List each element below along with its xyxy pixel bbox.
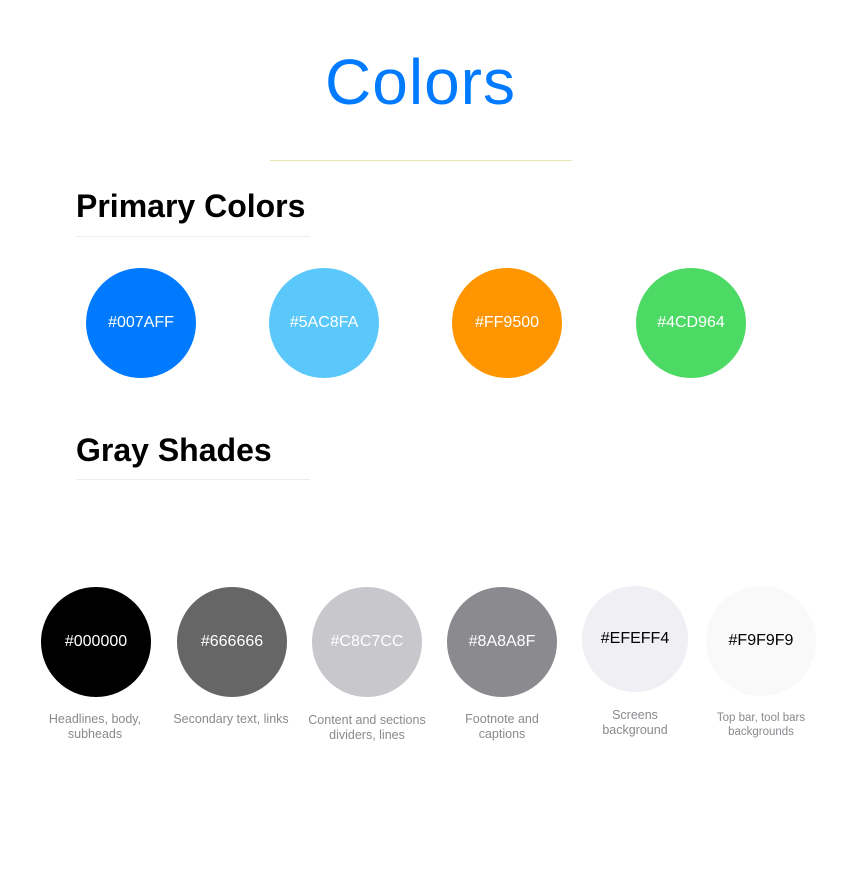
gray-shades-divider: [76, 479, 310, 480]
swatch-label: #C8C7CC: [330, 633, 404, 650]
swatch-label: #F9F9F9: [728, 632, 794, 649]
primary-swatch: #007AFF: [86, 268, 196, 378]
gray-swatch: #8A8A8F: [447, 587, 557, 697]
primary-swatch: #4CD964: [636, 268, 746, 378]
title-divider: [270, 160, 572, 161]
swatch-caption: Secondary text, links: [173, 712, 289, 726]
swatch-label: #FF9500: [474, 314, 540, 331]
swatch-label: #8A8A8F: [468, 633, 536, 650]
gray-swatch: #000000: [41, 587, 151, 697]
swatch-caption: Headlines, body, subheads: [48, 712, 142, 741]
swatch-caption: Screens background: [602, 708, 668, 737]
swatch-caption: Footnote and captions: [465, 712, 539, 741]
primary-colors-heading: Primary Colors: [76, 188, 306, 224]
swatch-label: #5AC8FA: [289, 314, 359, 331]
gray-swatch: #C8C7CC: [312, 587, 422, 697]
primary-swatch: #5AC8FA: [269, 268, 379, 378]
gray-shades-heading: Gray Shades: [76, 432, 272, 468]
swatch-label: #EFEFF4: [600, 630, 670, 647]
gray-swatch: #EFEFF4: [582, 586, 688, 692]
gray-swatch: #F9F9F9: [706, 586, 816, 696]
page-title: Colors: [325, 46, 516, 118]
primary-swatch: #FF9500: [452, 268, 562, 378]
gray-swatch: #666666: [177, 587, 287, 697]
swatch-caption: Top bar, tool bars backgrounds: [716, 712, 806, 738]
swatch-label: #4CD964: [657, 314, 725, 331]
swatch-caption: Content and sections dividers, lines: [308, 713, 426, 742]
swatch-label: #000000: [64, 633, 128, 650]
primary-colors-divider: [76, 236, 310, 237]
swatch-label: #666666: [200, 633, 264, 650]
swatch-label: #007AFF: [108, 314, 174, 331]
